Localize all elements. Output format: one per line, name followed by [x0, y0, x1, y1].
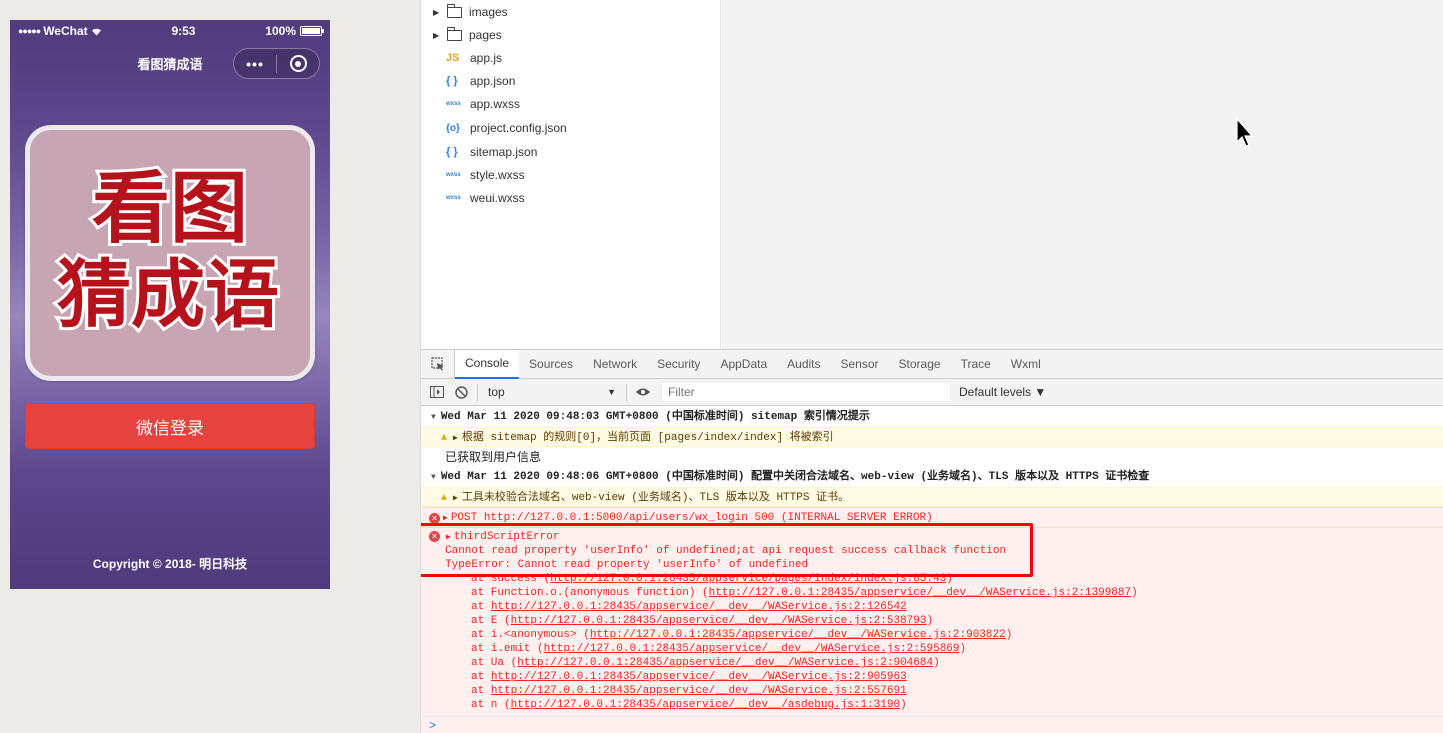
- inspect-element-icon[interactable]: [421, 349, 455, 379]
- tab-sensor[interactable]: Sensor: [831, 350, 889, 379]
- console-output: ▼ Wed Mar 11 2020 09:48:03 GMT+0800 (中国标准…: [421, 407, 1443, 733]
- expand-arrow-icon[interactable]: ▶: [433, 31, 441, 40]
- tab-network[interactable]: Network: [583, 350, 647, 379]
- config-file-icon: {o}: [446, 122, 460, 134]
- console-warning[interactable]: ▲ ▶ 根据 sitemap 的规则[0]，当前页面 [pages/index/in…: [421, 427, 1443, 447]
- warning-icon: ▲: [441, 493, 448, 504]
- logo-line-1: 看图: [92, 163, 248, 254]
- tree-folder-pages[interactable]: ▶ pages: [421, 24, 502, 46]
- status-bar: ●●●●● WeChat 9:53 100%: [10, 20, 330, 42]
- prompt-chevron-icon: >: [429, 719, 437, 733]
- error-highlight-box: [421, 523, 1033, 577]
- stack-frame: at i.<anonymous> (http://127.0.0.1:28435…: [471, 629, 1013, 641]
- tree-file-app-wxss[interactable]: wxss app.wxss: [421, 93, 520, 115]
- json-file-icon: { }: [446, 75, 458, 87]
- close-mini-program-icon[interactable]: [277, 55, 319, 72]
- expand-arrow-icon[interactable]: ▶: [453, 494, 458, 503]
- tab-trace[interactable]: Trace: [951, 350, 1001, 379]
- clear-console-icon[interactable]: [449, 379, 473, 406]
- file-tree: ▶ images ▶ pages JS app.js { } app.json …: [421, 0, 721, 349]
- wxss-file-icon: wxss: [446, 195, 461, 201]
- ide-workspace: ▶ images ▶ pages JS app.js { } app.json …: [420, 0, 1443, 733]
- stack-frame: at http://127.0.0.1:28435/appservice/__d…: [471, 601, 907, 613]
- expand-arrow-icon[interactable]: ▶: [433, 8, 441, 17]
- tree-file-style-wxss[interactable]: wxss style.wxss: [421, 164, 525, 186]
- collapse-arrow-icon[interactable]: ▼: [431, 473, 436, 482]
- stack-frame: at i.emit (http://127.0.0.1:28435/appser…: [471, 643, 967, 655]
- log-levels-dropdown[interactable]: Default levels ▼: [959, 385, 1046, 399]
- logo-line-2: 猜成语: [57, 252, 279, 338]
- nav-bar: 看图猜成语 •••: [10, 42, 330, 82]
- tab-appdata[interactable]: AppData: [710, 350, 777, 379]
- carrier-label: WeChat: [43, 24, 88, 38]
- expand-arrow-icon[interactable]: ▶: [443, 514, 448, 523]
- tree-folder-images[interactable]: ▶ images: [421, 1, 508, 23]
- console-warning[interactable]: ▲ ▶ 工具未校验合法域名、web-view (业务域名)、TLS 版本以及 HTT…: [421, 487, 1443, 507]
- wxss-file-icon: wxss: [446, 101, 461, 107]
- stack-frame: at E (http://127.0.0.1:28435/appservice/…: [471, 615, 934, 627]
- tab-sources[interactable]: Sources: [519, 350, 583, 379]
- json-file-icon: { }: [446, 146, 458, 158]
- dropdown-arrow-icon: ▼: [607, 387, 616, 397]
- expand-arrow-icon[interactable]: ▶: [453, 434, 458, 443]
- stack-frame: at n (http://127.0.0.1:28435/appservice/…: [471, 699, 907, 711]
- console-prompt[interactable]: >: [421, 716, 1443, 733]
- devtools-panel: Console Sources Network Security AppData…: [421, 349, 1443, 733]
- stack-frame: at http://127.0.0.1:28435/appservice/__d…: [471, 685, 907, 697]
- game-logo: 看图 猜成语: [25, 125, 315, 381]
- battery-percent: 100%: [265, 24, 296, 38]
- context-select[interactable]: top ▼: [482, 381, 622, 403]
- tree-file-project-config[interactable]: {o} project.config.json: [421, 117, 567, 139]
- stack-frame: at http://127.0.0.1:28435/appservice/__d…: [471, 671, 907, 683]
- console-log-line: 已获取到用户信息: [445, 450, 542, 464]
- toggle-sidebar-icon[interactable]: [425, 379, 449, 406]
- wxss-file-icon: wxss: [446, 172, 461, 178]
- mouse-cursor-icon: [1236, 118, 1254, 147]
- capsule-menu[interactable]: •••: [233, 48, 320, 79]
- tab-storage[interactable]: Storage: [889, 350, 951, 379]
- copyright-text: Copyright © 2018- 明日科技: [92, 557, 248, 571]
- phone-simulator: ●●●●● WeChat 9:53 100% 看图猜成语 ••• 看图 猜成语 …: [10, 20, 330, 589]
- more-icon[interactable]: •••: [234, 56, 276, 72]
- live-expression-eye-icon[interactable]: [631, 379, 655, 406]
- folder-icon: [446, 3, 462, 18]
- tab-security[interactable]: Security: [647, 350, 710, 379]
- page-title: 看图猜成语: [137, 57, 203, 72]
- signal-icon: ●●●●●: [18, 26, 41, 36]
- stack-frame: at Ua (http://127.0.0.1:28435/appservice…: [471, 657, 940, 669]
- status-time: 9:53: [171, 24, 196, 38]
- tree-file-app-js[interactable]: JS app.js: [421, 47, 502, 69]
- stack-frame: at Function.o.(anonymous function) (http…: [471, 587, 1138, 599]
- console-group-domain-check[interactable]: ▼ Wed Mar 11 2020 09:48:06 GMT+0800 (中国标准…: [421, 467, 1443, 487]
- wifi-icon: [91, 28, 101, 35]
- tab-console[interactable]: Console: [455, 349, 520, 379]
- tree-file-sitemap-json[interactable]: { } sitemap.json: [421, 141, 537, 163]
- devtools-tabbar: Console Sources Network Security AppData…: [421, 349, 1443, 379]
- tree-file-weui-wxss[interactable]: wxss weui.wxss: [421, 187, 525, 209]
- tree-file-app-json[interactable]: { } app.json: [421, 70, 515, 92]
- folder-icon: [446, 26, 462, 41]
- wechat-login-button[interactable]: 微信登录: [25, 403, 315, 449]
- collapse-arrow-icon[interactable]: ▼: [431, 413, 436, 422]
- console-toolbar: top ▼ Default levels ▼: [421, 379, 1443, 406]
- console-filter-input[interactable]: [661, 382, 951, 402]
- warning-icon: ▲: [441, 433, 448, 444]
- tab-wxml[interactable]: Wxml: [1001, 350, 1051, 379]
- battery-icon: [300, 26, 324, 36]
- js-file-icon: JS: [446, 52, 460, 64]
- editor-area[interactable]: [722, 0, 1443, 349]
- tab-audits[interactable]: Audits: [777, 350, 830, 379]
- console-group-sitemap[interactable]: ▼ Wed Mar 11 2020 09:48:03 GMT+0800 (中国标准…: [421, 407, 1443, 427]
